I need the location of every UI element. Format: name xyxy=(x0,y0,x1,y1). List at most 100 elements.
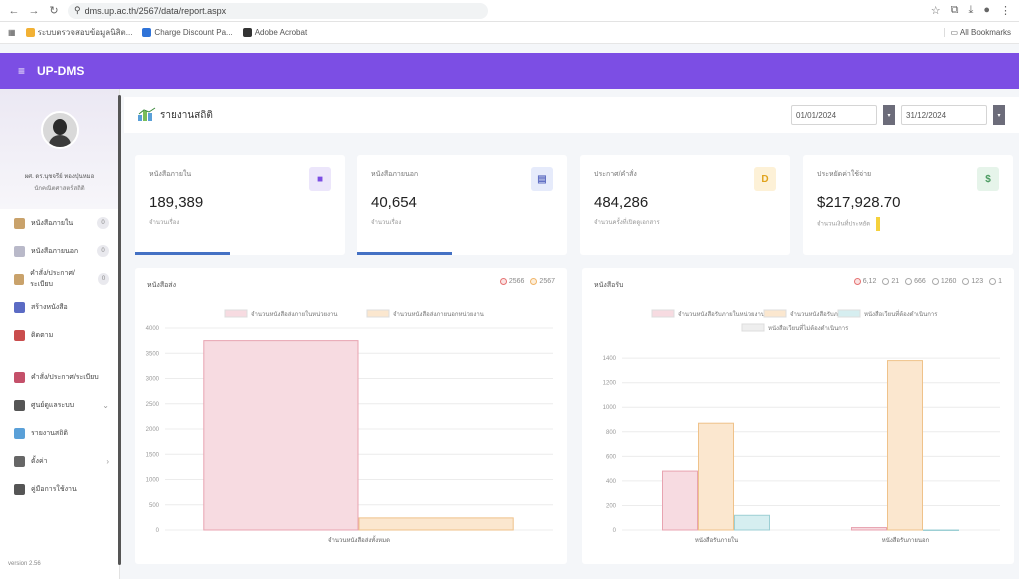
sidebar-item[interactable]: คำสั่ง/ประกาศ/ระเบียบ xyxy=(0,363,119,391)
hamburger-icon[interactable]: ≡ xyxy=(18,64,25,78)
stat-value: 484,286 xyxy=(594,194,649,211)
received-bar-chart: 0 200 400 600 800 1000 1200 1400 จำนวนหนังสือรับ… xyxy=(603,309,1000,544)
sidebar-item-label: ตั้งค่า xyxy=(31,457,48,465)
bar xyxy=(923,529,959,531)
download-icon[interactable]: ⤓ xyxy=(968,4,973,17)
forward-icon[interactable]: → xyxy=(28,5,40,17)
bookmark-item[interactable]: Charge Discount Pa... xyxy=(142,28,233,37)
bar xyxy=(887,360,923,531)
profile-icon[interactable]: ● xyxy=(983,4,990,17)
sidebar-item[interactable]: คำสั่ง/ประกาศ/ระเบียบ 0 xyxy=(0,265,119,293)
legend-swatch xyxy=(366,309,390,318)
apps-icon[interactable]: ▦ xyxy=(8,28,16,37)
legend-label: จำนวนหนังสือรับภายในหน่วยงาน xyxy=(678,310,765,318)
app-title: UP-DMS xyxy=(37,64,85,78)
report-icon xyxy=(14,427,25,439)
stat-progress xyxy=(135,252,230,255)
chevron-icon: › xyxy=(106,456,109,466)
y-tick-label: 200 xyxy=(606,503,617,509)
site-info-icon[interactable]: ⚲ xyxy=(74,5,81,16)
star-icon[interactable]: ☆ xyxy=(931,4,941,17)
y-tick-label: 4000 xyxy=(146,326,160,332)
legend-swatch xyxy=(741,323,765,332)
sidebar-item[interactable]: หนังสือภายนอก 0 xyxy=(0,237,119,265)
x-tick-label: จำนวนหนังสือส่งทั้งหมด xyxy=(328,534,390,544)
order-list-icon xyxy=(14,371,25,383)
sidebar-item[interactable]: คู่มือการใช้งาน xyxy=(0,475,119,503)
legend-label: หนังสือเวียนที่ไม่ต้องดำเนินการ xyxy=(768,324,849,332)
stat-value: 189,389 xyxy=(149,194,204,211)
bookmark-item[interactable]: Adobe Acrobat xyxy=(242,28,307,37)
y-tick-label: 1000 xyxy=(603,405,617,411)
chevron-icon: ⌄ xyxy=(102,400,109,410)
bookmark-item[interactable]: ระบบตรวจสอบข้อมูลนิสิต... xyxy=(25,26,132,39)
sidebar-item[interactable]: สร้างหนังสือ xyxy=(0,293,119,321)
back-icon[interactable]: ← xyxy=(8,5,20,17)
y-tick-label: 1000 xyxy=(146,478,160,484)
y-tick-label: 1500 xyxy=(146,452,160,458)
y-tick-label: 800 xyxy=(606,430,617,436)
y-tick-label: 2500 xyxy=(146,402,160,408)
legend-swatch xyxy=(837,309,861,318)
stat-label: ประกาศ/คำสั่ง xyxy=(594,171,637,178)
sidebar-scrollbar[interactable] xyxy=(118,95,121,565)
stat-card-savings: ประหยัดค่าใช้จ่าย $217,928.70 จำนวนเงินท… xyxy=(803,155,1013,255)
sidebar-item[interactable]: รายงานสถิติ xyxy=(0,419,119,447)
sidebar-item[interactable]: หนังสือภายใน 0 xyxy=(0,209,119,237)
sidebar-item[interactable]: ศูนย์ดูแลระบบ ⌄ xyxy=(0,391,119,419)
sidebar-item[interactable]: ตั้งค่า › xyxy=(0,447,119,475)
count-badge: 0 xyxy=(98,273,109,285)
stat-label: หนังสือภายนอก xyxy=(371,171,419,178)
y-tick-label: 400 xyxy=(606,479,617,485)
sidebar-item-label: คู่มือการใช้งาน xyxy=(31,485,77,493)
stat-card-announcement: ประกาศ/คำสั่ง 484,286 จำนวนครั้งที่เปิดด… xyxy=(580,155,790,255)
date-to-input[interactable]: 31/12/2024 xyxy=(901,105,987,125)
stat-card-external: หนังสือภายนอก 40,654 จำนวนเรื่อง ▤ xyxy=(357,155,567,255)
outbox-doc-icon xyxy=(14,245,25,257)
bar xyxy=(662,470,698,531)
stat-sub: จำนวนเงินที่ประหยัด xyxy=(817,217,999,231)
sidebar-menu: หนังสือภายใน 0 หนังสือภายนอก 0 คำสั่ง/ประกาศ… xyxy=(0,209,119,503)
extensions-icon[interactable]: ⧉ xyxy=(951,4,959,17)
date-to-calendar-icon[interactable]: ▾ xyxy=(993,105,1005,125)
page-header: รายงานสถิติ 01/01/2024 ▾ 31/12/2024 ▾ xyxy=(124,97,1019,133)
doc-d-icon: D xyxy=(754,167,776,191)
folder-icon: ▭ xyxy=(950,28,960,37)
bar xyxy=(734,514,770,531)
menu-icon[interactable]: ⋮ xyxy=(1000,4,1011,17)
bar xyxy=(851,527,887,531)
page-title: รายงานสถิติ xyxy=(160,109,213,121)
y-tick-label: 1400 xyxy=(603,356,617,362)
dollar-icon: $ xyxy=(977,167,999,191)
file-icon: ▤ xyxy=(531,167,553,191)
sidebar-item-label: สร้างหนังสือ xyxy=(31,303,68,311)
sidebar-item-label: ติดตาม xyxy=(31,331,54,339)
order-doc-icon xyxy=(14,273,25,285)
profile-dept: นักคณิตศาสตร์สถิติ xyxy=(34,186,85,192)
y-tick-label: 2000 xyxy=(146,427,160,433)
sidebar-item-label: คำสั่ง/ประกาศ/ระเบียบ xyxy=(31,373,99,381)
all-bookmarks[interactable]: ▭ All Bookmarks xyxy=(943,28,1011,37)
date-from-input[interactable]: 01/01/2024 xyxy=(791,105,877,125)
y-tick-label: 500 xyxy=(149,503,160,509)
y-tick-label: 1200 xyxy=(603,381,617,387)
stat-label: ประหยัดค่าใช้จ่าย xyxy=(817,171,872,178)
reload-icon[interactable]: ↻ xyxy=(48,4,60,17)
address-bar[interactable]: ⚲ dms.up.ac.th/2567/data/report.aspx xyxy=(68,2,488,19)
sidebar-item[interactable]: ติดตาม xyxy=(0,321,119,349)
bar xyxy=(698,422,734,531)
url-text: dms.up.ac.th/2567/data/report.aspx xyxy=(84,5,227,16)
legend-swatch xyxy=(224,309,248,318)
x-tick-label: หนังสือรับภายนอก xyxy=(882,536,930,544)
app-header: ≡ UP-DMS xyxy=(0,53,1019,89)
version-text: version 2.56 xyxy=(8,561,41,567)
browser-toolbar: ← → ↻ ⚲ dms.up.ac.th/2567/data/report.as… xyxy=(0,0,1019,22)
bookmarks-bar: ▦ ระบบตรวจสอบข้อมูลนิสิต... Charge Disco… xyxy=(0,22,1019,44)
sidebar: ผศ. ดร.นุชจรีย์ ทองปุ่นหมอ นักคณิตศาสตร์… xyxy=(0,89,121,579)
legend-label: จำนวนหนังสือส่งภายในหน่วยงาน xyxy=(251,310,338,318)
date-from-calendar-icon[interactable]: ▾ xyxy=(883,105,895,125)
y-tick-label: 600 xyxy=(606,454,617,460)
y-tick-label: 3500 xyxy=(146,351,160,357)
settings-icon xyxy=(14,455,25,467)
avatar[interactable] xyxy=(40,111,79,149)
